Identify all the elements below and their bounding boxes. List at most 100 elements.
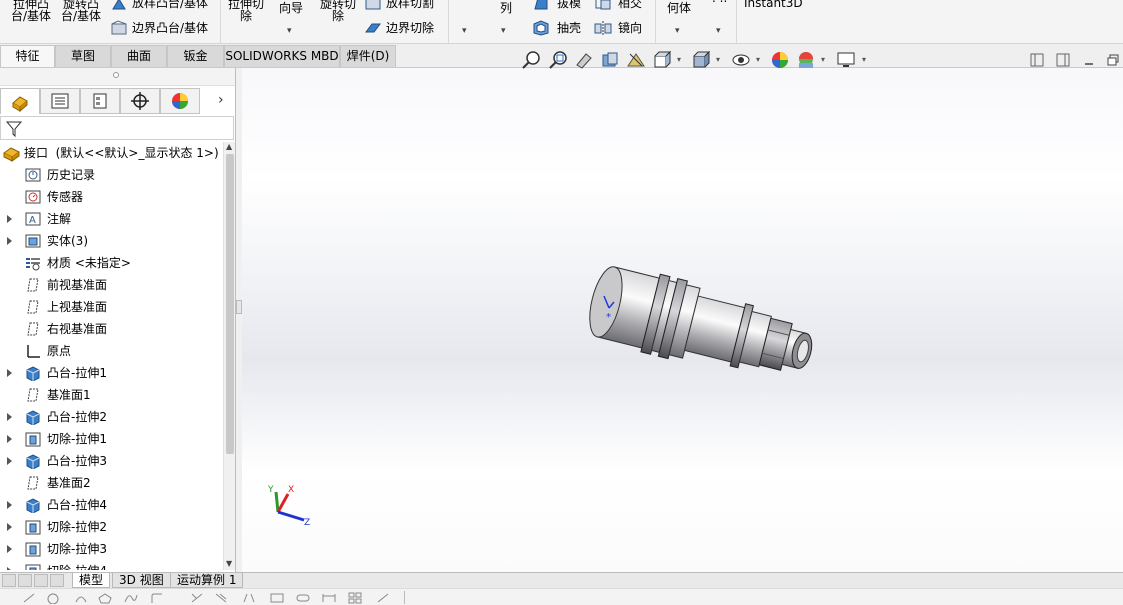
tree-item[interactable]: 前视基准面 [0,274,222,296]
hole-wizard-button[interactable]: 向导 [274,2,308,14]
expand-arrow-icon[interactable] [7,501,12,509]
tab-3d-views[interactable]: 3D 视图 [112,573,171,588]
expand-arrow-icon[interactable] [7,457,12,465]
tab-mbd[interactable]: SOLIDWORKS MBD [224,45,340,67]
scroll-up-icon[interactable]: ▲ [226,142,232,151]
configuration-manager-tab[interactable] [80,88,120,114]
view-settings-icon[interactable] [836,50,856,70]
tree-item[interactable]: 凸台-拉伸2 [0,406,222,428]
tab-motion-study[interactable]: 运动算例 1 [170,573,244,588]
filter-icon[interactable] [4,118,24,140]
prev-tab-nav-icon[interactable] [18,574,32,587]
fillet-tool-icon[interactable] [150,592,164,604]
extrude-boss-button[interactable]: 拉伸凸 台/基体 [8,0,54,22]
restore-viewport-icon[interactable] [1030,53,1044,67]
expand-arrow-icon[interactable] [7,567,12,570]
mirror-entities-icon[interactable] [242,592,256,604]
feature-manager-tab[interactable] [0,88,40,114]
revolve-boss-button[interactable]: 旋转凸 台/基体 [58,0,104,22]
first-tab-nav-icon[interactable] [2,574,16,587]
display-style-dropdown-icon[interactable]: ▾ [716,55,720,64]
tree-scrollbar[interactable]: ▲ ▼ [223,142,235,570]
tree-item[interactable]: 切除-拉伸3 [0,538,222,560]
graphics-area[interactable]: * Y X Z [242,68,1123,572]
tree-item[interactable]: 基准面2 [0,472,222,494]
tree-item[interactable]: 历史记录 [0,164,222,186]
hide-show-dropdown-icon[interactable]: ▾ [756,55,760,64]
tree-item[interactable]: 切除-拉伸4 [0,560,222,570]
tree-filter-bar[interactable] [0,116,234,140]
polygon-tool-icon[interactable] [98,592,112,604]
tab-features[interactable]: 特征 [0,45,55,67]
edit-appearance-icon[interactable] [770,50,790,70]
line-tool-icon[interactable] [22,592,36,604]
linear-pattern-dropdown-icon[interactable]: ▾ [501,26,506,36]
pattern-tool-icon[interactable] [348,592,362,604]
more-tabs-chevron-icon[interactable]: › [218,92,224,108]
expand-arrow-icon[interactable] [7,369,12,377]
hide-show-items-icon[interactable] [731,50,751,70]
scroll-down-icon[interactable]: ▼ [226,559,232,568]
tree-item[interactable]: 凸台-拉伸1 [0,362,222,384]
scrollbar-thumb[interactable] [226,154,234,454]
tree-item[interactable]: 右视基准面 [0,318,222,340]
expand-arrow-icon[interactable] [7,523,12,531]
tree-item[interactable]: 实体(3) [0,230,222,252]
view-settings-dropdown-icon[interactable]: ▾ [862,55,866,64]
instant3d-button[interactable]: Instant3D [744,0,803,9]
view-orientation-icon[interactable] [652,50,672,70]
circle-tool-icon[interactable] [46,592,60,604]
tab-surfaces[interactable]: 曲面 [111,45,167,67]
revolve-cut-button[interactable]: 旋转切 除 [316,0,360,22]
offset-tool-icon[interactable] [214,592,228,604]
last-tab-nav-icon[interactable] [50,574,64,587]
expand-arrow-icon[interactable] [7,215,12,223]
apply-scene-icon[interactable] [796,50,816,70]
expand-panel-icon[interactable] [1056,53,1070,67]
dimxpert-manager-tab[interactable] [120,88,160,114]
restore-window-icon[interactable] [1106,53,1120,67]
expand-arrow-icon[interactable] [7,545,12,553]
tree-item[interactable]: 材质 <未指定> [0,252,222,274]
trim-tool-icon[interactable] [190,592,204,604]
tree-item[interactable]: 传感器 [0,186,222,208]
tree-item[interactable]: 凸台-拉伸3 [0,450,222,472]
spline-tool-icon[interactable] [124,592,138,604]
display-style-icon[interactable] [691,50,711,70]
draft-button[interactable]: 拔模 [557,0,581,9]
intersect-button[interactable]: 相交 [618,0,642,9]
boundary-cut-button[interactable]: 边界切除 [386,22,434,34]
curves-button[interactable]: . .. [712,0,727,4]
view-orientation-dropdown-icon[interactable]: ▾ [677,55,681,64]
reference-geometry-dropdown-icon[interactable]: ▾ [675,26,680,36]
panel-collapse-handle[interactable] [113,72,119,78]
next-tab-nav-icon[interactable] [34,574,48,587]
tree-item[interactable]: 基准面1 [0,384,222,406]
expand-arrow-icon[interactable] [7,237,12,245]
apply-scene-dropdown-icon[interactable]: ▾ [821,55,825,64]
dimension-tool-icon[interactable] [322,592,336,604]
fillet-button[interactable]: — — [458,0,486,4]
dynamic-annotation-icon[interactable] [626,50,646,70]
loft-cut-button[interactable]: 放样切割 [386,0,434,9]
property-manager-tab[interactable] [40,88,80,114]
expand-arrow-icon[interactable] [7,435,12,443]
curves-dropdown-icon[interactable]: ▾ [716,26,721,36]
minimize-window-icon[interactable] [1082,53,1096,67]
zoom-to-area-icon[interactable] [548,50,568,70]
tree-item[interactable]: A 注解 [0,208,222,230]
previous-view-icon[interactable] [574,50,594,70]
tree-item[interactable]: 切除-拉伸1 [0,428,222,450]
expand-arrow-icon[interactable] [7,413,12,421]
tab-model[interactable]: 模型 [72,573,111,588]
boundary-boss-button[interactable]: 边界凸台/基体 [132,22,208,34]
linear-pattern-button[interactable]: 列 [494,2,518,14]
slot-tool-icon[interactable] [296,592,310,604]
tab-sheet-metal[interactable]: 钣金 [167,45,224,67]
tab-sketch[interactable]: 草图 [55,45,111,67]
mirror-button[interactable]: 镜向 [618,22,642,34]
tree-item[interactable]: 原点 [0,340,222,362]
tree-item[interactable]: 上视基准面 [0,296,222,318]
move-tool-icon[interactable] [376,592,390,604]
loft-boss-button[interactable]: 放样凸台/基体 [132,0,208,9]
